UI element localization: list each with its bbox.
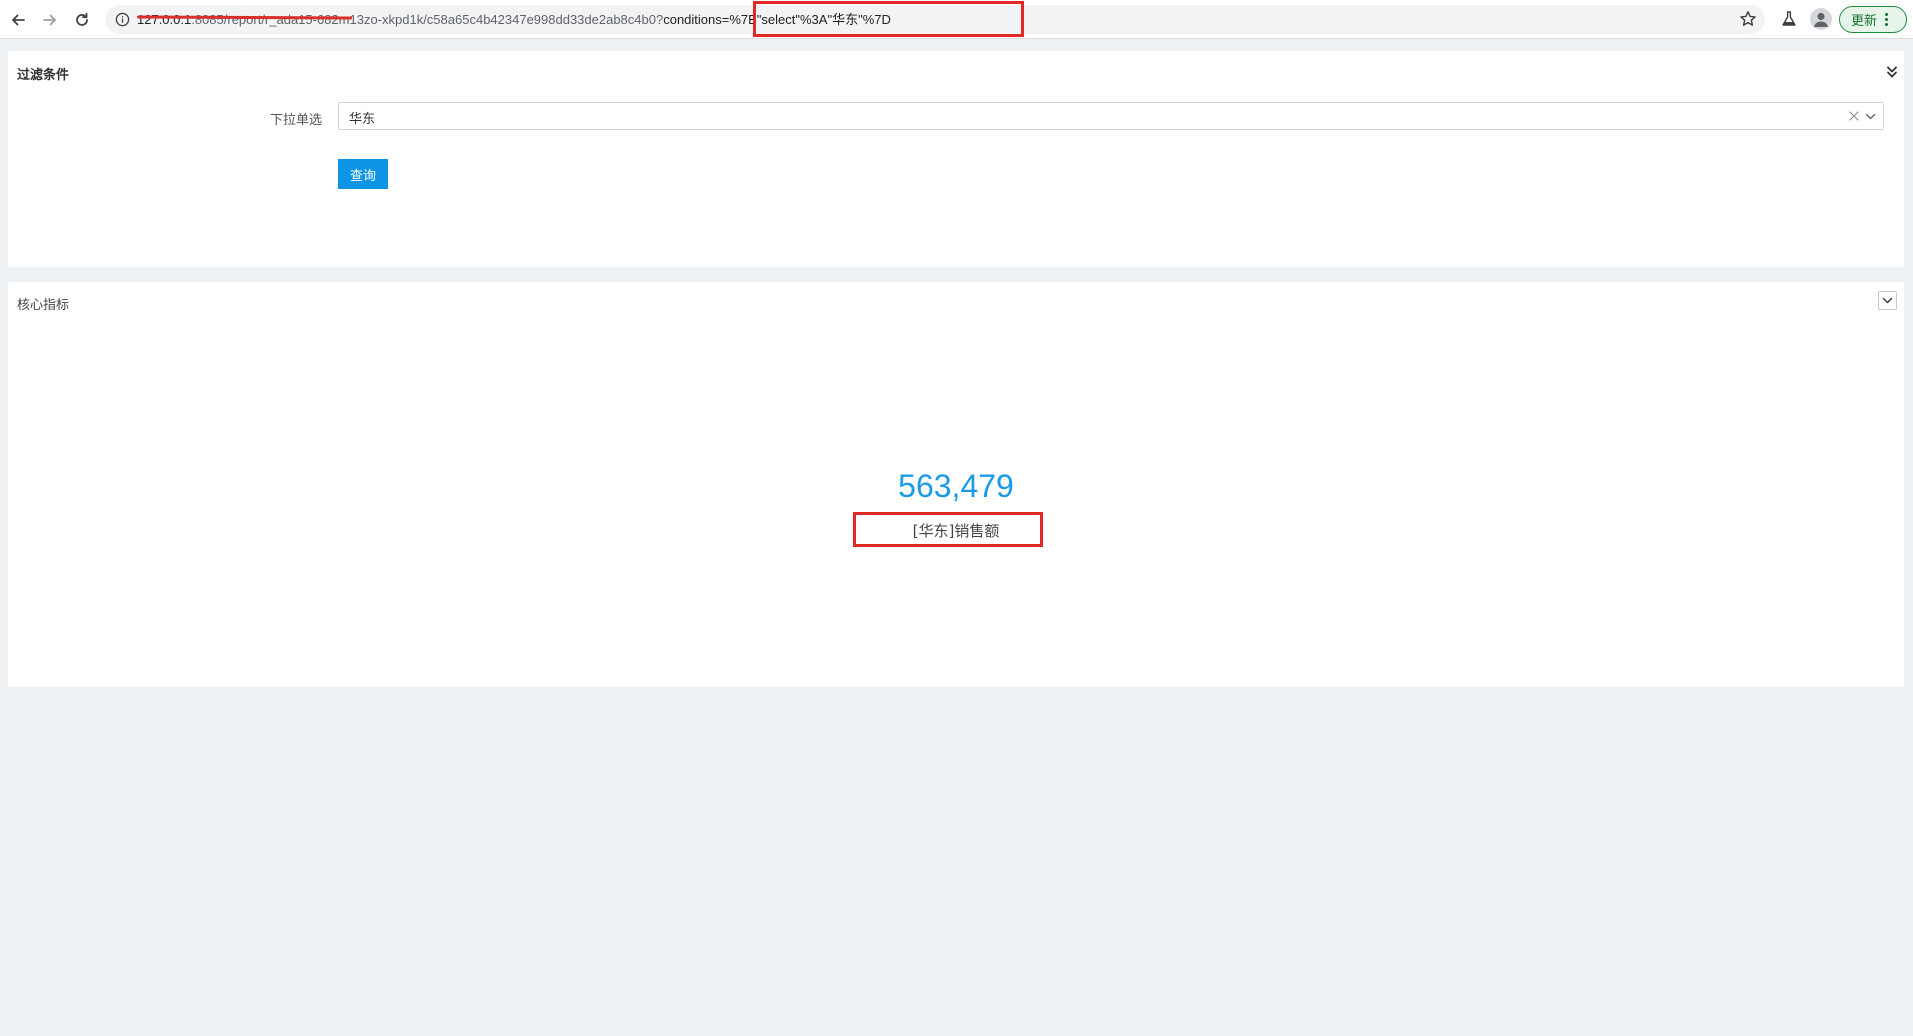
filter-panel: 过滤条件 下拉单选 华东 查询 bbox=[8, 51, 1904, 267]
browser-toolbar: 127.0.0.1:8085/report/r_ada15-682m13zo-x… bbox=[0, 0, 1913, 39]
more-vert-icon bbox=[1885, 13, 1889, 26]
reload-button[interactable] bbox=[70, 8, 94, 32]
update-label: 更新 bbox=[1851, 14, 1878, 29]
url-text[interactable]: 127.0.0.1:8085/report/r_ada15-682m13zo-x… bbox=[137, 11, 891, 29]
query-button[interactable]: 查询 bbox=[338, 159, 388, 189]
metric-label: [华东]销售额 bbox=[912, 522, 1000, 540]
update-button[interactable]: 更新 bbox=[1839, 6, 1907, 33]
forward-button[interactable] bbox=[38, 8, 62, 32]
chevron-down-icon bbox=[1882, 297, 1893, 304]
metric-panel: 核心指标 563,479 [华东]销售额 bbox=[8, 282, 1904, 687]
url-path: :8085/report/r_ada15-682m13zo-xkpd1k/c58… bbox=[191, 12, 664, 27]
chevron-down-icon[interactable] bbox=[1864, 110, 1877, 123]
reload-icon bbox=[76, 12, 88, 26]
arrow-right-icon bbox=[43, 14, 56, 26]
double-chevron-down-icon[interactable] bbox=[1884, 64, 1900, 80]
user-icon bbox=[1814, 12, 1828, 27]
address-bar[interactable]: 127.0.0.1:8085/report/r_ada15-682m13zo-x… bbox=[105, 5, 1765, 34]
select-value: 华东 bbox=[349, 112, 376, 127]
select-label: 下拉单选 bbox=[270, 113, 323, 128]
profile-button[interactable] bbox=[1810, 8, 1832, 30]
region-select[interactable]: 华东 bbox=[338, 102, 1884, 130]
filter-panel-title: 过滤条件 bbox=[17, 68, 70, 83]
star-icon[interactable] bbox=[1739, 10, 1757, 28]
info-icon[interactable] bbox=[115, 12, 130, 27]
arrow-left-icon bbox=[12, 14, 25, 26]
metric-panel-title: 核心指标 bbox=[17, 298, 70, 313]
url-host: 127.0.0.1 bbox=[137, 12, 192, 27]
metric-value: 563,479 bbox=[898, 468, 1014, 504]
flask-icon[interactable] bbox=[1780, 10, 1798, 28]
close-icon[interactable] bbox=[1847, 109, 1861, 123]
metric-dropdown-button[interactable] bbox=[1878, 291, 1897, 310]
url-query: conditions=%7B"select"%3A"华东"%7D bbox=[663, 12, 891, 27]
back-button[interactable] bbox=[6, 8, 30, 32]
